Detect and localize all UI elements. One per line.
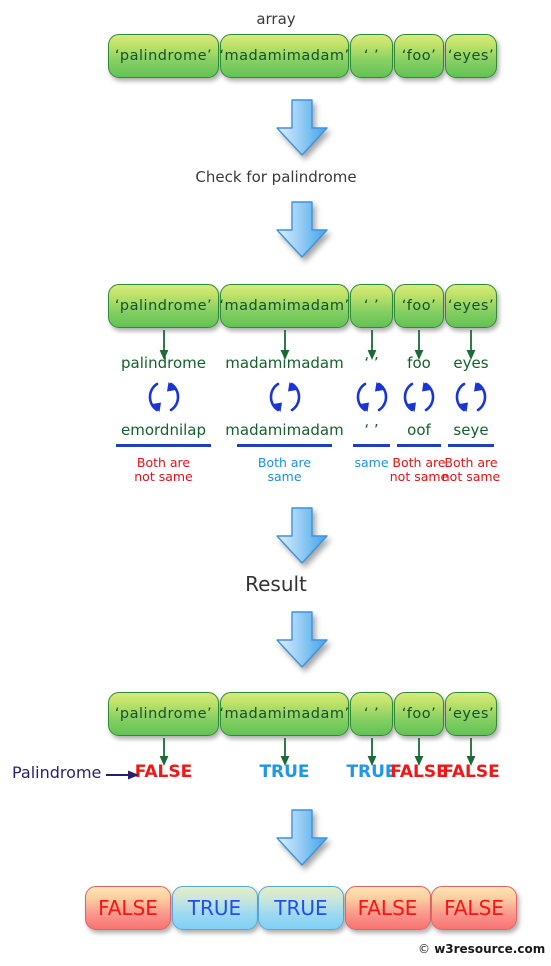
final-box-label-3: FALSE — [357, 896, 418, 920]
final-box-1: TRUE — [171, 886, 258, 930]
palindrome-arrow-icon — [106, 766, 140, 780]
final-result-row: FALSE TRUE TRUE FALSE FALSE — [0, 886, 551, 932]
final-box-label-2: TRUE — [274, 896, 328, 920]
final-box-2: TRUE — [258, 886, 344, 930]
final-box-3: FALSE — [344, 886, 431, 930]
result-value-4: FALSE — [442, 762, 500, 782]
watermark-text: w3resource.com — [434, 942, 546, 956]
copyright-icon: © — [418, 942, 430, 956]
final-box-label-0: FALSE — [98, 896, 158, 920]
flow-arrow-5 — [273, 808, 331, 868]
diagram-canvas: array ‘palindrome’ ‘madamimadam’ ‘ ’ ‘foo’ ‘… — [0, 0, 551, 966]
palindrome-label: Palindrome — [12, 763, 102, 782]
final-box-4: FALSE — [431, 886, 517, 930]
final-box-label-1: TRUE — [187, 896, 242, 920]
final-box-label-4: FALSE — [444, 896, 504, 920]
final-box-0: FALSE — [85, 886, 171, 930]
watermark: © w3resource.com — [418, 942, 545, 956]
result-value-1: TRUE — [259, 762, 310, 782]
